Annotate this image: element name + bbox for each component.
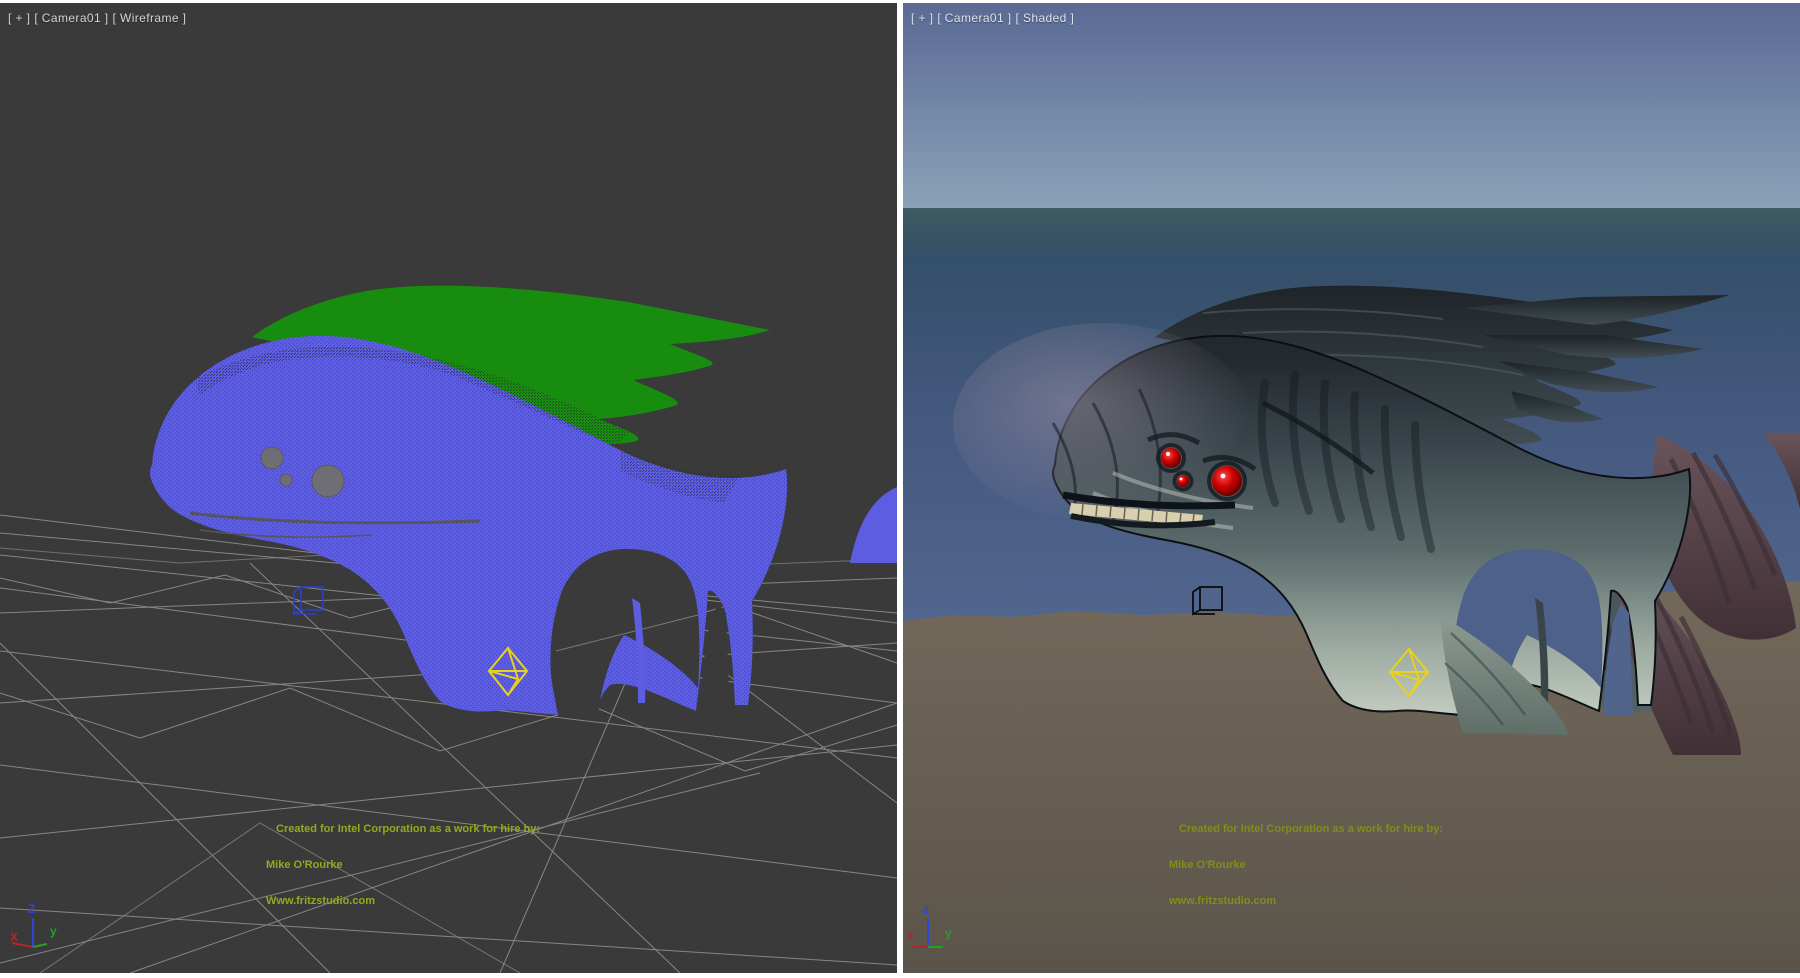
viewport-pov-menu[interactable]: [ Camera01 ] — [34, 11, 108, 25]
viewport-general-menu[interactable]: [ + ] — [8, 11, 30, 25]
viewport-wireframe[interactable]: X y Z [ + ] [ Camera01 ] [ Wireframe ] C… — [0, 3, 897, 973]
axis-x-label: X — [10, 930, 18, 944]
viewport-label: [ + ] [ Camera01 ] [ Wireframe ] — [8, 11, 186, 25]
watermark-text: Created for Intel Corporation as a work … — [266, 799, 540, 931]
viewport-general-menu[interactable]: [ + ] — [911, 11, 933, 25]
viewport-shading-menu[interactable]: [ Wireframe ] — [113, 11, 187, 25]
axis-y-label: y — [50, 924, 57, 938]
dual-viewport-window: { "frame": { "divider_color": "#ffffff" … — [0, 0, 1800, 978]
watermark-text: Created for Intel Corporation as a work … — [1169, 799, 1443, 931]
viewport-pov-menu[interactable]: [ Camera01 ] — [937, 11, 1011, 25]
axis-y-label: y — [945, 926, 952, 940]
viewport-label: [ + ] [ Camera01 ] [ Shaded ] — [911, 11, 1074, 25]
sky — [903, 3, 1800, 208]
axis-x-label: x — [907, 928, 914, 942]
axis-z-label: Z — [28, 902, 35, 916]
viewport-shaded[interactable]: x y z [ + ] [ Camera01 ] [ Shaded ] Crea… — [903, 3, 1800, 973]
axis-z-label: z — [923, 902, 929, 916]
viewport-shading-menu[interactable]: [ Shaded ] — [1016, 11, 1075, 25]
